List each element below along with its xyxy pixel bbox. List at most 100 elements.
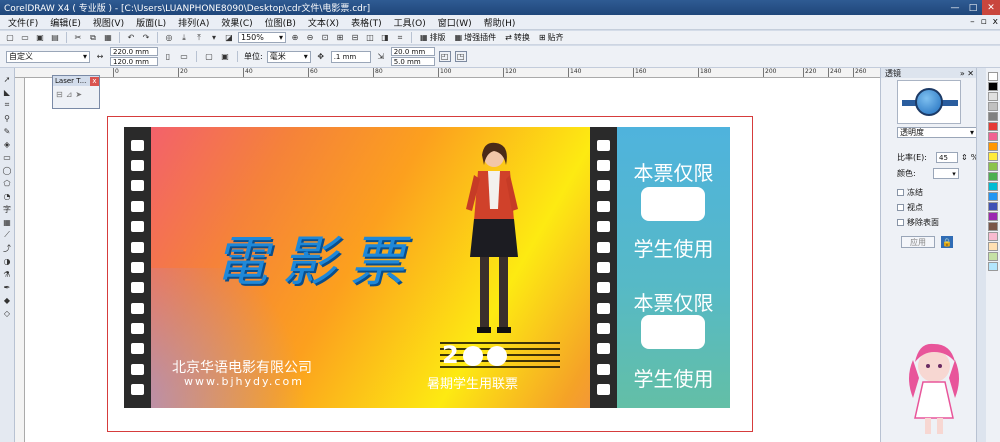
basic-shapes-icon[interactable]: ◔ (2, 191, 13, 201)
docker-tabs-strip[interactable] (976, 68, 986, 442)
color-swatch[interactable] (988, 82, 998, 91)
search-content-icon[interactable]: ◎ (163, 32, 175, 43)
freeze-checkbox[interactable] (897, 189, 904, 196)
menu-bitmaps[interactable]: 位图(B) (259, 16, 302, 29)
maximize-button[interactable]: □ (964, 0, 982, 15)
doc-minimize-icon[interactable]: – (970, 17, 975, 27)
print-icon[interactable]: ▤ (49, 32, 61, 43)
menu-window[interactable]: 窗口(W) (432, 16, 478, 29)
color-swatch[interactable] (988, 182, 998, 191)
undo-icon[interactable]: ↶ (125, 32, 137, 43)
color-swatch[interactable] (988, 102, 998, 111)
eyedropper-icon[interactable]: ⚗ (2, 269, 13, 279)
color-swatch[interactable] (988, 142, 998, 151)
smart-fill-icon[interactable]: ◈ (2, 139, 13, 149)
snap-icon[interactable]: ⌗ (394, 32, 406, 43)
lens-type-select[interactable]: 透明度 ▾ (897, 127, 977, 138)
color-swatch[interactable] (988, 262, 998, 271)
laser-cut-icon[interactable]: ⊟ (56, 90, 63, 99)
zoom-tool-icon[interactable]: ⚲ (2, 113, 13, 123)
current-page-icon[interactable]: ▣ (219, 51, 231, 62)
close-button[interactable]: ✕ (982, 0, 1000, 15)
color-swatch[interactable] (988, 122, 998, 131)
menu-edit[interactable]: 编辑(E) (44, 16, 87, 29)
lock-icon[interactable]: 🔒 (941, 236, 953, 248)
apply-button[interactable]: 应用 (901, 236, 935, 248)
plugin-layout-button[interactable]: ▦ 排版 (417, 32, 449, 43)
menu-arrange[interactable]: 排列(A) (172, 16, 215, 29)
menu-file[interactable]: 文件(F) (2, 16, 44, 29)
doc-restore-icon[interactable]: ▫ (981, 17, 987, 27)
zoom-page-icon[interactable]: ⊟ (349, 32, 361, 43)
fill-tool-icon[interactable]: ◆ (2, 295, 13, 305)
doc-close-icon[interactable]: x (993, 17, 998, 27)
freeze-row[interactable]: 冻结 (897, 187, 923, 198)
rectangle-tool-icon[interactable]: ▭ (2, 152, 13, 162)
color-picker[interactable]: ▾ (932, 168, 959, 179)
color-swatch[interactable] (988, 202, 998, 211)
laser-tools-docker[interactable]: Laser T... x ⊟ ⊿ ➤ (52, 75, 100, 109)
crop-tool-icon[interactable]: ⌗ (2, 100, 13, 110)
app-launcher-icon[interactable]: ▾ (208, 32, 220, 43)
paste-icon[interactable]: ▦ (102, 32, 114, 43)
menu-text[interactable]: 文本(X) (302, 16, 345, 29)
cut-icon[interactable]: ✂ (72, 32, 84, 43)
drawing-canvas[interactable]: 電影票 2 暑期学生用联票 北京华语电影有限公司 www.bjhydy.com … (25, 78, 880, 442)
color-swatch[interactable] (988, 72, 998, 81)
color-swatch[interactable] (988, 132, 998, 141)
polygon-tool-icon[interactable]: ⬠ (2, 178, 13, 188)
rate-field[interactable]: 45 (936, 152, 958, 163)
vertical-ruler[interactable] (15, 78, 25, 442)
zoom-width-icon[interactable]: ◫ (364, 32, 376, 43)
movie-ticket[interactable]: 電影票 2 暑期学生用联票 北京华语电影有限公司 www.bjhydy.com … (124, 127, 730, 408)
ellipse-tool-icon[interactable]: ◯ (2, 165, 13, 175)
laser-path-icon[interactable]: ⊿ (66, 90, 73, 99)
color-swatch[interactable] (988, 112, 998, 121)
remove-face-checkbox[interactable] (897, 219, 904, 226)
menu-view[interactable]: 视图(V) (87, 16, 130, 29)
outline-tool-icon[interactable]: ✒ (2, 282, 13, 292)
color-swatch[interactable] (988, 242, 998, 251)
options-icon[interactable]: ◳ (454, 51, 467, 62)
docker-expand-icon[interactable]: » ✕ (960, 69, 974, 78)
color-swatch[interactable] (988, 162, 998, 171)
import-icon[interactable]: ⤓ (178, 32, 190, 43)
horizontal-ruler[interactable]: 0 20 40 60 80 100 120 140 160 180 200 22… (15, 68, 880, 78)
pick-tool-icon[interactable]: ➚ (2, 74, 13, 84)
laser-send-icon[interactable]: ➤ (75, 90, 82, 99)
dimension-tool-icon[interactable]: ⟋ (2, 230, 13, 240)
color-swatch[interactable] (988, 222, 998, 231)
treat-as-filled-icon[interactable]: ◰ (438, 51, 451, 62)
color-swatch[interactable] (988, 252, 998, 261)
zoom-all-icon[interactable]: ⊞ (334, 32, 346, 43)
zoom-selected-icon[interactable]: ⊡ (319, 32, 331, 43)
zoom-out-icon[interactable]: ⊖ (304, 32, 316, 43)
interactive-fill-icon[interactable]: ◇ (2, 308, 13, 318)
open-folder-icon[interactable]: ▭ (19, 32, 31, 43)
laser-docker-close[interactable]: x (90, 76, 99, 86)
menu-effects[interactable]: 效果(C) (215, 16, 258, 29)
menu-tools[interactable]: 工具(O) (388, 16, 432, 29)
export-icon[interactable]: ⤒ (193, 32, 205, 43)
freehand-tool-icon[interactable]: ✎ (2, 126, 13, 136)
color-swatch[interactable] (988, 192, 998, 201)
page-width-field[interactable]: 220.0 mm (110, 47, 158, 56)
portrait-icon[interactable]: ▯ (162, 51, 174, 62)
minimize-button[interactable]: — (946, 0, 964, 15)
duplicate-y-field[interactable]: 5.0 mm (390, 57, 435, 66)
nudge-field[interactable]: .1 mm (330, 50, 371, 63)
connector-tool-icon[interactable]: ⤴ (2, 243, 13, 253)
color-swatch[interactable] (988, 172, 998, 181)
interactive-blend-icon[interactable]: ◑ (2, 256, 13, 266)
menu-layout[interactable]: 版面(L) (130, 16, 172, 29)
page-height-field[interactable]: 120.0 mm (110, 57, 158, 66)
menu-help[interactable]: 帮助(H) (478, 16, 522, 29)
zoom-in-icon[interactable]: ⊕ (289, 32, 301, 43)
all-pages-icon[interactable]: ▢ (203, 51, 215, 62)
color-swatch[interactable] (988, 212, 998, 221)
redo-icon[interactable]: ↷ (140, 32, 152, 43)
plugin-snap-button[interactable]: ⊞ 贴齐 (536, 32, 567, 43)
landscape-icon[interactable]: ▭ (178, 51, 190, 62)
shape-tool-icon[interactable]: ◣ (2, 87, 13, 97)
unit-combo[interactable]: 毫米 ▾ (266, 50, 311, 63)
